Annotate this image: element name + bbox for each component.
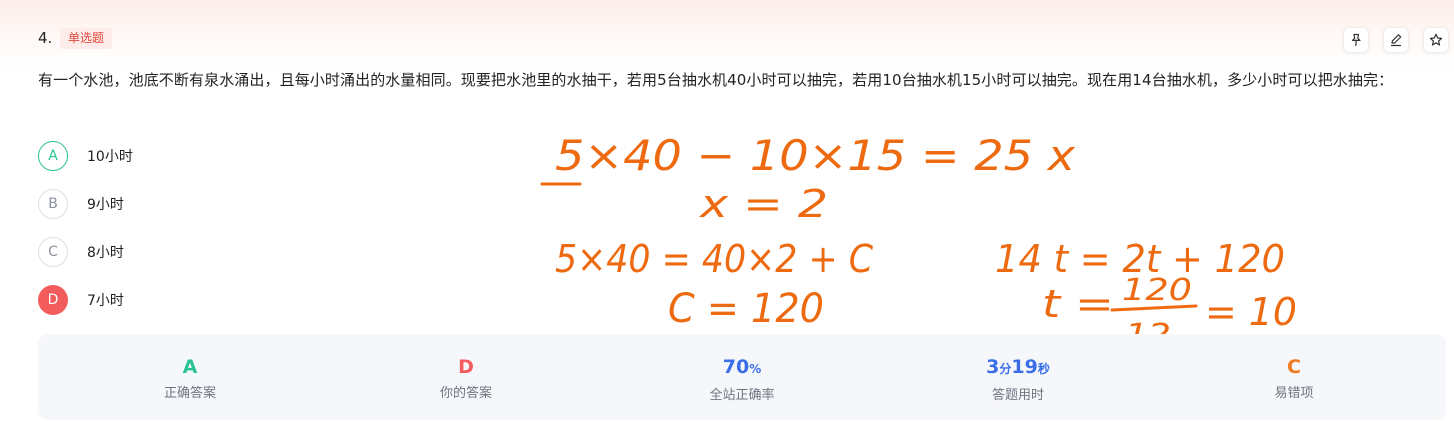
accuracy-number: 70	[722, 356, 750, 378]
accuracy-value: 70%	[642, 354, 842, 382]
handwriting-fraction-numerator: 120	[1122, 273, 1192, 308]
handwriting-line-6-lhs: t =	[1042, 282, 1114, 326]
pin-icon	[1351, 33, 1361, 47]
option-b[interactable]: B 9小时	[38, 188, 124, 220]
option-text: 9小时	[87, 197, 124, 213]
option-a[interactable]: A 10小时	[38, 140, 133, 172]
option-letter-circle: D	[38, 285, 68, 315]
option-c[interactable]: C 8小时	[38, 236, 124, 268]
stat-correct-answer: A 正确答案	[90, 354, 290, 401]
handwriting-fraction-bar	[1110, 304, 1198, 312]
option-letter-circle: B	[38, 189, 68, 219]
time-seconds: 19	[1011, 356, 1038, 378]
option-text: 7小时	[87, 293, 124, 309]
time-seconds-unit: 秒	[1037, 362, 1050, 376]
favorite-button[interactable]	[1423, 27, 1449, 53]
time-used-value: 3分19秒	[918, 354, 1118, 382]
option-letter-circle: A	[38, 141, 68, 171]
header-background	[0, 0, 1454, 70]
time-minutes-unit: 分	[999, 362, 1012, 376]
correct-answer-value: A	[182, 356, 198, 378]
error-prone-value: C	[1287, 356, 1301, 378]
option-text: 10小时	[87, 149, 133, 165]
stat-your-answer: D 你的答案	[366, 354, 566, 401]
handwriting-line-4: C = 120	[668, 286, 824, 332]
question-type-badge: 单选题	[60, 28, 113, 49]
your-answer-value: D	[458, 356, 474, 378]
correct-answer-label: 正确答案	[163, 386, 216, 401]
handwriting-line-1: 5×40 − 10×15 = 25 x	[555, 131, 1076, 180]
time-used-label: 答题用时	[991, 388, 1044, 403]
handwriting-line-2: x = 2	[699, 182, 828, 226]
option-letter-circle: C	[38, 237, 68, 267]
handwriting-line-3: 5×40 = 40×2 + C	[555, 237, 873, 281]
stat-error-prone: C 易错项	[1194, 354, 1394, 401]
star-icon	[1429, 33, 1443, 46]
pin-button[interactable]	[1343, 27, 1369, 53]
edit-button[interactable]	[1383, 27, 1409, 53]
your-answer-label: 你的答案	[439, 386, 492, 401]
option-text: 8小时	[87, 245, 124, 261]
time-minutes: 3	[986, 356, 1000, 378]
edit-icon	[1390, 34, 1402, 47]
stat-accuracy: 70% 全站正确率	[642, 354, 842, 403]
option-d[interactable]: D 7小时	[38, 284, 124, 316]
question-stem: 有一个水池，池底不断有泉水涌出，且每小时涌出的水量相同。现要把水池里的水抽干，若…	[38, 71, 1394, 89]
handwriting-line-6-rhs: = 10	[1205, 290, 1297, 334]
stat-time-used: 3分19秒 答题用时	[918, 354, 1118, 403]
accuracy-unit: %	[749, 362, 762, 376]
question-number: 4.	[38, 29, 53, 47]
handwriting-line-5: 14 t = 2t + 120	[995, 237, 1285, 281]
answer-stats-panel: A 正确答案 D 你的答案 70% 全站正确率 3分19秒 答题用时 C 易错项	[38, 334, 1446, 420]
accuracy-label: 全站正确率	[709, 388, 775, 403]
error-prone-label: 易错项	[1274, 386, 1314, 401]
